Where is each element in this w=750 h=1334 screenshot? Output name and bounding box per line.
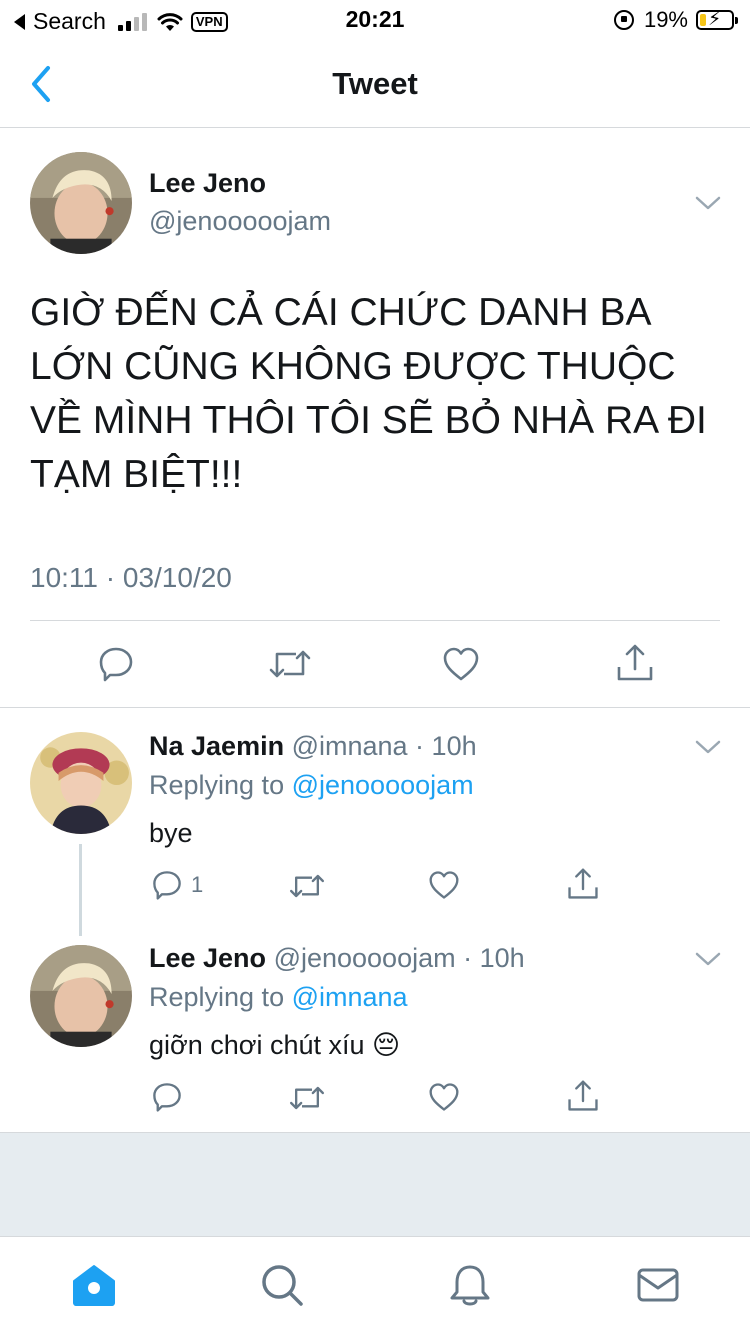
orientation-lock-icon: [613, 10, 634, 30]
author-meta[interactable]: @imnana · 10h: [292, 731, 477, 761]
share-icon: [617, 644, 653, 681]
reply-header: Lee Jeno @jenooooojam · 10h: [149, 943, 525, 974]
heart-icon: [429, 1083, 459, 1111]
nav-header: Tweet: [0, 40, 750, 128]
bell-icon: [450, 1265, 490, 1306]
profile-photo: [30, 945, 132, 1047]
mail-icon: [637, 1268, 679, 1302]
tweet-text: GIỜ ĐẾN CẢ CÁI CHỨC DANH BA LỚN CŨNG KHÔ…: [30, 291, 707, 496]
chevron-down-icon[interactable]: [694, 194, 722, 212]
avatar[interactable]: [30, 732, 132, 834]
tab-home[interactable]: [70, 1261, 118, 1309]
avatar[interactable]: [30, 945, 132, 1047]
tab-bar: [0, 1236, 750, 1334]
retweet-button[interactable]: [288, 871, 326, 901]
reply-icon: [153, 871, 181, 900]
replying-to-link[interactable]: @jenooooojam: [292, 770, 474, 800]
reply-text: giỡn chơi chút xíu 😔: [149, 1030, 401, 1060]
author-name[interactable]: Lee Jeno: [149, 168, 266, 199]
author-meta[interactable]: @jenooooojam · 10h: [274, 943, 525, 973]
author-name[interactable]: Na Jaemin: [149, 731, 284, 761]
home-icon: [73, 1265, 115, 1306]
reply-text: bye: [149, 818, 193, 848]
status-bar: Search VPN 20:21 19% ⚡: [0, 0, 750, 40]
reply-header: Na Jaemin @imnana · 10h: [149, 731, 477, 762]
reply-button[interactable]: 1: [151, 869, 203, 901]
chevron-down-icon[interactable]: [694, 950, 722, 968]
divider: [0, 707, 750, 708]
replying-to-label: Replying to: [149, 982, 292, 1012]
battery-fill: [700, 14, 706, 26]
replying-to-label: Replying to: [149, 770, 292, 800]
chevron-down-icon[interactable]: [694, 738, 722, 756]
share-icon: [568, 1080, 598, 1111]
share-icon: [568, 868, 598, 899]
like-button[interactable]: [428, 1082, 460, 1112]
heart-icon: [443, 647, 479, 681]
like-button[interactable]: [428, 870, 460, 900]
like-button[interactable]: [442, 646, 480, 682]
tweet-timestamp[interactable]: 10:11 · 03/10/20: [30, 562, 232, 594]
avatar[interactable]: [30, 152, 132, 254]
reply-button[interactable]: [151, 1081, 183, 1113]
retweet-icon: [290, 874, 325, 898]
profile-photo: [30, 152, 132, 254]
retweet-icon: [269, 650, 311, 678]
tab-messages[interactable]: [634, 1261, 682, 1309]
author-handle[interactable]: @jenooooojam: [149, 206, 331, 237]
reply-button[interactable]: [97, 645, 135, 683]
profile-photo: [30, 732, 132, 834]
tab-notifications[interactable]: [446, 1261, 494, 1309]
status-right: 19% ⚡: [613, 7, 738, 33]
page-title: Tweet: [332, 66, 418, 101]
battery-percent: 19%: [643, 7, 688, 32]
battery-icon: ⚡: [696, 9, 738, 30]
replying-to: Replying to @jenooooojam: [149, 770, 474, 801]
charging-bolt-icon: ⚡: [708, 9, 722, 30]
replying-to: Replying to @imnana: [149, 982, 408, 1013]
reply-icon: [99, 647, 133, 682]
retweet-icon: [290, 1086, 325, 1110]
share-button[interactable]: [616, 643, 654, 683]
share-button[interactable]: [567, 867, 599, 901]
retweet-button[interactable]: [288, 1083, 326, 1113]
replying-to-link[interactable]: @imnana: [292, 982, 408, 1012]
thread-connector: [79, 844, 82, 936]
author-name[interactable]: Lee Jeno: [149, 943, 266, 973]
share-button[interactable]: [567, 1079, 599, 1113]
empty-feed-area: [0, 1132, 750, 1236]
tab-search[interactable]: [258, 1261, 306, 1309]
retweet-button[interactable]: [268, 646, 312, 682]
search-icon: [262, 1265, 303, 1306]
heart-icon: [429, 871, 459, 899]
divider: [30, 620, 720, 621]
reply-icon: [153, 1083, 181, 1112]
reply-count: 1: [191, 872, 204, 897]
